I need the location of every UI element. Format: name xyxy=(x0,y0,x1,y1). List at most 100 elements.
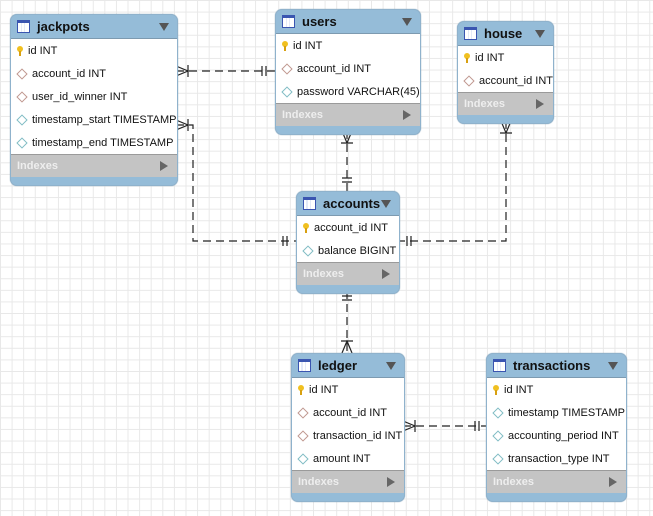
column-row[interactable]: id INT xyxy=(276,34,420,57)
column-diamond-icon xyxy=(16,113,28,126)
column-row[interactable]: account_id INT xyxy=(11,62,177,85)
indexes-section[interactable]: Indexes xyxy=(297,263,399,285)
indexes-section[interactable]: Indexes xyxy=(276,104,420,126)
rel-users-accounts[interactable] xyxy=(341,130,353,191)
column-label: timestamp TIMESTAMP xyxy=(508,406,625,419)
foreign-key-diamond-icon xyxy=(297,429,309,442)
table-header[interactable]: transactions xyxy=(487,354,626,377)
column-list: id INT account_id INT password VARCHAR(45) xyxy=(276,33,420,104)
column-row[interactable]: id INT xyxy=(292,378,404,401)
indexes-section[interactable]: Indexes xyxy=(11,155,177,177)
primary-key-icon xyxy=(282,40,288,51)
column-label: account_id INT xyxy=(314,221,388,234)
table-name: ledger xyxy=(318,358,358,373)
collapse-triangle-icon[interactable] xyxy=(402,18,412,26)
column-label: account_id INT xyxy=(32,67,106,80)
column-row[interactable]: account_id INT xyxy=(297,216,399,239)
primary-key-icon xyxy=(493,384,499,395)
primary-key-icon xyxy=(17,45,23,56)
column-label: account_id INT xyxy=(479,74,553,87)
primary-key-icon xyxy=(303,222,309,233)
column-row[interactable]: id INT xyxy=(487,378,626,401)
indexes-label: Indexes xyxy=(282,109,323,121)
table-header[interactable]: jackpots xyxy=(11,15,177,38)
collapse-triangle-icon[interactable] xyxy=(608,362,618,370)
table-footer xyxy=(292,493,404,501)
table-footer xyxy=(11,177,177,185)
column-row[interactable]: amount INT xyxy=(292,447,404,470)
column-diamond-icon xyxy=(492,406,504,419)
rel-jackpots-users[interactable] xyxy=(175,65,275,77)
column-label: amount INT xyxy=(313,452,371,465)
column-row[interactable]: transaction_id INT xyxy=(292,424,404,447)
table-header[interactable]: accounts xyxy=(297,192,399,215)
column-row[interactable]: account_id INT xyxy=(292,401,404,424)
column-label: id INT xyxy=(293,39,323,52)
table-transactions[interactable]: transactions id INT timestamp TIMESTAMP ac… xyxy=(486,353,627,502)
expand-arrow-icon[interactable] xyxy=(609,477,617,487)
column-label: account_id INT xyxy=(313,406,387,419)
rel-house-accounts[interactable] xyxy=(398,120,512,246)
table-jackpots[interactable]: jackpots id INT account_id INT user_id_win… xyxy=(10,14,178,186)
table-footer xyxy=(458,115,553,123)
foreign-key-diamond-icon xyxy=(463,74,475,87)
table-name: jackpots xyxy=(37,19,90,34)
column-row[interactable]: user_id_winner INT xyxy=(11,85,177,108)
expand-arrow-icon[interactable] xyxy=(160,161,168,171)
expand-arrow-icon[interactable] xyxy=(387,477,395,487)
column-diamond-icon xyxy=(281,85,293,98)
column-label: user_id_winner INT xyxy=(32,90,128,103)
column-row[interactable]: id INT xyxy=(458,46,553,69)
collapse-triangle-icon[interactable] xyxy=(381,200,391,208)
table-users[interactable]: users id INT account_id INT password VARCH… xyxy=(275,9,421,135)
table-header[interactable]: users xyxy=(276,10,420,33)
column-row[interactable]: account_id INT xyxy=(458,69,553,92)
column-row[interactable]: balance BIGINT xyxy=(297,239,399,262)
indexes-section[interactable]: Indexes xyxy=(458,93,553,115)
column-list: id INT account_id INT user_id_winner INT ti… xyxy=(11,38,177,155)
expand-arrow-icon[interactable] xyxy=(382,269,390,279)
table-icon xyxy=(17,20,30,33)
column-label: transaction_type INT xyxy=(508,452,610,465)
indexes-section[interactable]: Indexes xyxy=(292,471,404,493)
table-name: transactions xyxy=(513,358,591,373)
indexes-section[interactable]: Indexes xyxy=(487,471,626,493)
column-label: account_id INT xyxy=(297,62,371,75)
column-label: transaction_id INT xyxy=(313,429,403,442)
rel-jackpots-accounts[interactable] xyxy=(175,119,296,246)
column-row[interactable]: timestamp_start TIMESTAMP xyxy=(11,108,177,131)
column-list: account_id INT balance BIGINT xyxy=(297,215,399,263)
expand-arrow-icon[interactable] xyxy=(403,110,411,120)
foreign-key-diamond-icon xyxy=(297,406,309,419)
column-row[interactable]: timestamp_end TIMESTAMP xyxy=(11,131,177,154)
column-label: balance BIGINT xyxy=(318,244,397,257)
column-row[interactable]: timestamp TIMESTAMP xyxy=(487,401,626,424)
column-diamond-icon xyxy=(302,244,314,257)
table-footer xyxy=(276,126,420,134)
column-label: timestamp_end TIMESTAMP xyxy=(32,136,174,149)
column-row[interactable]: password VARCHAR(45) xyxy=(276,80,420,103)
collapse-triangle-icon[interactable] xyxy=(535,30,545,38)
rel-ledger-transactions[interactable] xyxy=(402,420,486,432)
table-icon xyxy=(464,27,477,40)
table-header[interactable]: ledger xyxy=(292,354,404,377)
table-accounts[interactable]: accounts account_id INT balance BIGINT Ind… xyxy=(296,191,400,294)
table-header[interactable]: house xyxy=(458,22,553,45)
column-row[interactable]: transaction_type INT xyxy=(487,447,626,470)
indexes-label: Indexes xyxy=(493,476,534,488)
rel-ledger-accounts[interactable] xyxy=(341,291,353,354)
column-label: id INT xyxy=(28,44,58,57)
foreign-key-diamond-icon xyxy=(16,90,28,103)
table-ledger[interactable]: ledger id INT account_id INT transaction_i… xyxy=(291,353,405,502)
column-row[interactable]: account_id INT xyxy=(276,57,420,80)
column-row[interactable]: id INT xyxy=(11,39,177,62)
column-label: accounting_period INT xyxy=(508,429,619,442)
column-row[interactable]: accounting_period INT xyxy=(487,424,626,447)
column-list: id INT account_id INT transaction_id INT am… xyxy=(292,377,404,471)
collapse-triangle-icon[interactable] xyxy=(159,23,169,31)
expand-arrow-icon[interactable] xyxy=(536,99,544,109)
table-footer xyxy=(487,493,626,501)
table-house[interactable]: house id INT account_id INT Indexes xyxy=(457,21,554,124)
indexes-label: Indexes xyxy=(464,98,505,110)
collapse-triangle-icon[interactable] xyxy=(386,362,396,370)
